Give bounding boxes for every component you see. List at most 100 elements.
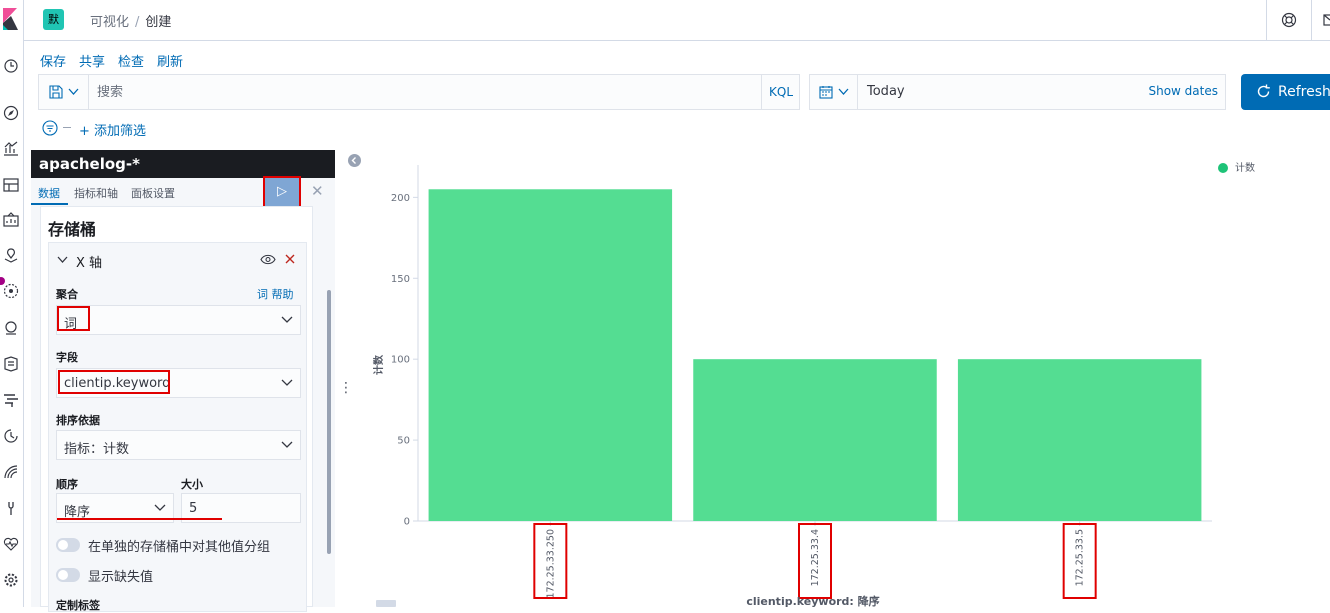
legend-toggle-button — [376, 600, 396, 607]
x-tick-label: 172.25.33.4 — [810, 529, 821, 586]
index-pattern-title: apachelog-* — [31, 150, 335, 178]
chevron-down-icon[interactable] — [57, 256, 68, 264]
bar-chart-area: 0 50 100 150 200 计数 172.25.33.250 172.25.33.4 17… — [368, 150, 1330, 608]
apm-icon[interactable] — [3, 392, 19, 408]
tab-panel-settings[interactable]: 面板设置 — [131, 185, 175, 201]
breadcrumb-separator: / — [135, 15, 140, 30]
top-header: 默 可视化 / 创建 — [24, 0, 1330, 41]
order-label: 顺序 — [56, 478, 78, 491]
show-missing-toggle[interactable] — [56, 568, 80, 582]
filter-options-icon[interactable] — [42, 120, 58, 136]
filter-divider — [63, 127, 71, 128]
size-value: 5 — [189, 501, 198, 516]
management-gear-icon[interactable] — [3, 572, 19, 588]
top-nav-menu: 保存 共享 检查 刷新 — [40, 51, 196, 70]
aggregation-label: 聚合 — [56, 288, 78, 301]
legend-dot — [1218, 163, 1228, 173]
collapse-sidebar-icon[interactable] — [348, 154, 361, 167]
inspect-menu-item[interactable]: 检查 — [118, 55, 144, 70]
chevron-down-icon — [281, 441, 293, 448]
space-avatar[interactable]: 默 — [43, 9, 64, 30]
chevron-down-icon — [838, 88, 849, 95]
tab-data[interactable]: 数据 — [38, 185, 60, 201]
bar — [957, 359, 1202, 521]
canvas-icon[interactable] — [3, 212, 19, 228]
discard-close-icon[interactable]: ✕ — [311, 182, 324, 200]
remove-cross-icon[interactable] — [285, 254, 295, 264]
refresh-button[interactable]: Refresh — [1241, 74, 1330, 110]
help-lifebuoy-icon[interactable] — [1281, 12, 1297, 28]
saved-query-button[interactable] — [39, 75, 89, 109]
mail-icon[interactable] — [1323, 12, 1330, 28]
discover-compass-icon[interactable] — [3, 105, 19, 121]
share-menu-item[interactable]: 共享 — [79, 55, 105, 70]
bar — [428, 189, 673, 521]
buckets-title: 存储桶 — [48, 220, 97, 239]
kibana-logo[interactable] — [0, 8, 24, 30]
x-tick-label: 172.25.33.5 — [1075, 529, 1086, 586]
y-tick-label: 100 — [391, 355, 410, 366]
x-axis-agg-card: X 轴 聚合 词 帮助 词 字段 clientip.keyword 排序依据 指… — [48, 242, 307, 612]
search-input[interactable] — [97, 82, 657, 102]
date-range-value[interactable]: Today — [867, 84, 905, 99]
recent-clock-icon[interactable] — [3, 58, 19, 74]
editor-scrollbar[interactable] — [327, 290, 331, 554]
buckets-section: 存储桶 X 轴 聚合 词 帮助 词 字段 clientip.keyword 排序… — [40, 206, 313, 612]
order-by-select[interactable]: 指标：计数 — [56, 430, 301, 460]
calendar-icon — [819, 86, 833, 99]
siem-icon[interactable] — [3, 464, 19, 480]
group-other-toggle[interactable] — [56, 538, 80, 552]
chevron-down-icon — [281, 316, 293, 323]
refresh-menu-item[interactable]: 刷新 — [157, 55, 183, 70]
quick-select-button[interactable] — [810, 75, 858, 109]
refresh-button-label: Refresh — [1278, 84, 1330, 100]
legend-label: 计数 — [1235, 161, 1255, 174]
eye-toggle-icon[interactable] — [260, 254, 276, 265]
dev-tools-icon[interactable] — [3, 500, 19, 516]
size-label: 大小 — [181, 478, 203, 491]
annotation-highlight-box — [263, 176, 301, 208]
header-divider — [1311, 0, 1312, 41]
annotation-underline — [57, 518, 222, 520]
y-tick-label: 0 — [404, 517, 410, 528]
panel-resize-handle[interactable]: ⋮ — [339, 380, 353, 396]
chevron-down-icon — [68, 88, 79, 95]
annotation-highlight-box — [58, 370, 170, 394]
x-axis-title[interactable]: X 轴 — [76, 252, 102, 271]
save-menu-item[interactable]: 保存 — [40, 55, 66, 70]
ml-icon[interactable] — [3, 283, 19, 299]
tab-metrics-axes[interactable]: 指标和轴 — [74, 185, 118, 201]
x-tick-label: 172.25.33.250 — [545, 529, 556, 599]
add-filter-link[interactable]: + 添加筛选 — [79, 120, 146, 139]
show-dates-link[interactable]: Show dates — [1148, 84, 1218, 98]
show-missing-label: 显示缺失值 — [88, 570, 154, 585]
query-language-button[interactable]: KQL — [761, 75, 800, 109]
group-other-label: 在单独的存储桶中对其他值分组 — [88, 540, 271, 555]
y-tick-label: 50 — [397, 436, 410, 447]
monitoring-heart-icon[interactable] — [3, 536, 19, 552]
field-label: 字段 — [56, 351, 78, 364]
bar — [693, 359, 937, 521]
y-tick-label: 150 — [391, 274, 410, 285]
breadcrumb-visualize[interactable]: 可视化 — [90, 15, 129, 30]
query-bar: KQL — [38, 74, 800, 110]
aggregation-select[interactable]: 词 — [56, 305, 301, 335]
visualize-chart-icon[interactable] — [3, 140, 19, 156]
header-divider — [1266, 0, 1267, 41]
aggregation-help-link[interactable]: 词 帮助 — [257, 286, 294, 302]
bar-chart-svg: 0 50 100 150 200 计数 172.25.33.250 172.25.33.4 17… — [372, 161, 1255, 608]
save-disk-icon — [49, 85, 63, 99]
infrastructure-icon[interactable] — [3, 320, 19, 336]
logs-icon[interactable] — [3, 356, 19, 372]
uptime-icon[interactable] — [3, 428, 19, 444]
side-nav-rail — [0, 0, 24, 607]
refresh-icon — [1257, 84, 1270, 98]
custom-label-heading: 定制标签 — [56, 599, 100, 612]
maps-icon[interactable] — [3, 248, 19, 264]
breadcrumb: 可视化 / 创建 — [90, 11, 171, 30]
breadcrumb-create: 创建 — [145, 15, 172, 30]
dashboard-icon[interactable] — [3, 177, 19, 193]
y-tick-label: 200 — [391, 193, 410, 204]
editor-body: 存储桶 X 轴 聚合 词 帮助 词 字段 clientip.keyword 排序… — [31, 206, 335, 612]
date-picker: Today Show dates — [809, 74, 1226, 110]
